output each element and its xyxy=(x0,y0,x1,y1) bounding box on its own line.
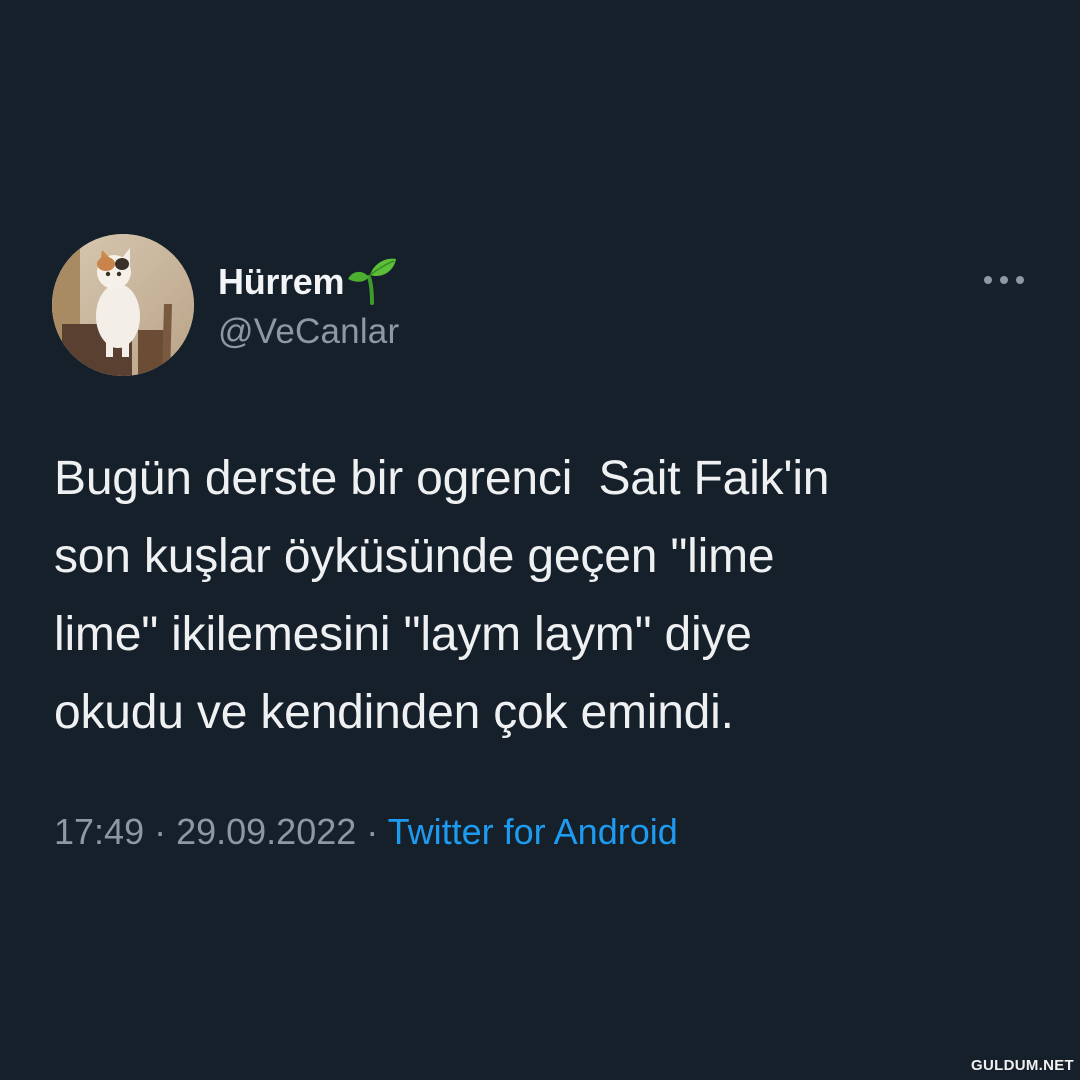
tweet-text-line: okudu ve kendinden çok emindi. xyxy=(54,686,734,739)
tweet-text-line: lime" ikilemesini "laym laym" diye xyxy=(54,608,752,661)
more-dot xyxy=(984,276,992,284)
meta-separator: · xyxy=(356,811,388,852)
tweet-source-link[interactable]: Twitter for Android xyxy=(388,811,678,852)
more-dot xyxy=(1016,276,1024,284)
tweet-text-line: Bugün derste bir ogrenci Sait Faik'in xyxy=(54,452,830,505)
tweet-meta: 17:49 · 29.09.2022 · Twitter for Android xyxy=(54,808,678,856)
more-horizontal-icon[interactable] xyxy=(984,270,1024,290)
tweet-date[interactable]: 29.09.2022 xyxy=(176,811,356,852)
display-name-row[interactable]: Hürrem xyxy=(218,256,398,308)
more-dot xyxy=(1000,276,1008,284)
tweet-text-line: son kuşlar öyküsünde geçen "lime xyxy=(54,530,775,583)
meta-separator: · xyxy=(144,811,177,852)
seedling-icon xyxy=(346,253,398,305)
tweet-card: Hürrem @VeCanlar Bugün derste bir ogrenc… xyxy=(0,0,1080,1080)
display-name[interactable]: Hürrem xyxy=(218,261,345,303)
avatar[interactable] xyxy=(52,234,194,376)
cat-avatar-icon xyxy=(52,234,194,376)
watermark: GULDUM.NET xyxy=(971,1057,1074,1074)
user-handle[interactable]: @VeCanlar xyxy=(218,312,399,352)
tweet-text: Bugün derste bir ogrenci Sait Faik'in son… xyxy=(54,440,1044,752)
tweet-time[interactable]: 17:49 xyxy=(54,811,144,852)
